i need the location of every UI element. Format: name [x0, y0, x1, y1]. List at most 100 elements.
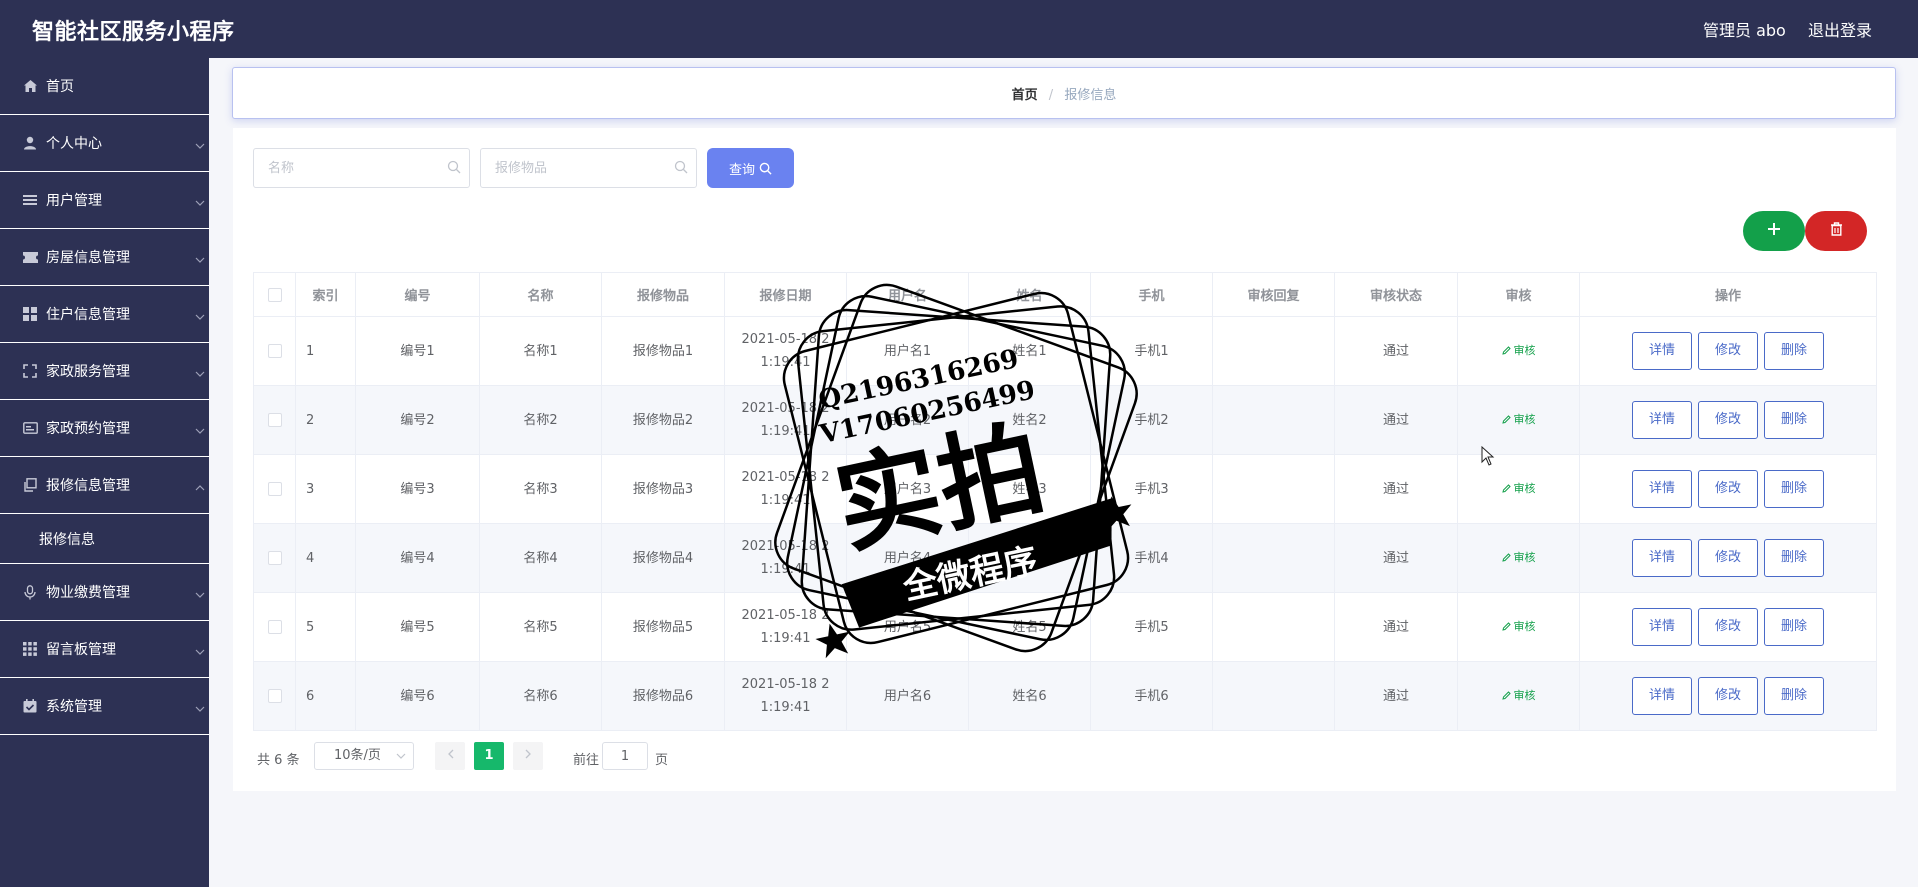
cell-name: 名称6 — [479, 661, 602, 731]
row-checkbox[interactable] — [267, 344, 282, 358]
delete-button[interactable]: 删除 — [1764, 539, 1824, 577]
sidebar-item-housekeeping-booking[interactable]: 家政预约管理 — [0, 400, 209, 457]
goto-page-input[interactable] — [602, 742, 648, 770]
select-all-checkbox[interactable] — [267, 287, 282, 302]
sidebar-item-user-management[interactable]: 用户管理 — [0, 172, 209, 229]
sidebar-item-housekeeping-service[interactable]: 家政服务管理 — [0, 343, 209, 400]
cell-item: 报修物品6 — [601, 661, 725, 731]
cell-item: 报修物品5 — [601, 592, 725, 662]
sidebar-item-repair-management[interactable]: 报修信息管理 — [0, 457, 209, 514]
breadcrumb: 首页 / 报修信息 — [232, 67, 1896, 119]
audit-button[interactable]: 审核 — [1501, 684, 1536, 707]
cell-realname: 姓名5 — [968, 592, 1091, 662]
home-icon — [22, 78, 38, 94]
detail-button[interactable]: 详情 — [1632, 401, 1692, 439]
goto-suffix: 页 — [655, 753, 669, 768]
audit-button[interactable]: 审核 — [1501, 408, 1536, 431]
sidebar-item-personal-center[interactable]: 个人中心 — [0, 115, 209, 172]
name-search-input[interactable] — [268, 150, 448, 186]
detail-button[interactable]: 详情 — [1632, 608, 1692, 646]
cell-realname: 姓名6 — [968, 661, 1091, 731]
chevron-down-icon — [195, 700, 205, 716]
delete-button[interactable]: 删除 — [1764, 470, 1824, 508]
cell-username: 用户名6 — [846, 661, 969, 731]
table-row: 2 编号2 名称2 报修物品2 2021-05-18 2 1:19:41 用户名2 姓名2 手机… — [253, 385, 1877, 455]
row-checkbox[interactable] — [267, 551, 282, 565]
sidebar: 首页 个人中心 用户管理 房屋信息管理 住户信息管理 家政服务管理 家政预约管理… — [0, 58, 209, 887]
cell-date: 2021-05-18 2 1:19:41 — [724, 454, 847, 524]
name-search-field[interactable] — [253, 148, 470, 188]
sidebar-item-label: 物业缴费管理 — [46, 585, 130, 601]
delete-button[interactable]: 删除 — [1764, 401, 1824, 439]
audit-button[interactable]: 审核 — [1501, 615, 1536, 638]
cell-reply — [1212, 592, 1335, 662]
select-all-cell — [253, 272, 296, 317]
row-checkbox[interactable] — [267, 689, 282, 703]
prev-page-button[interactable] — [435, 742, 465, 770]
cell-index: 2 — [295, 385, 356, 455]
logout-button[interactable]: 退出登录 — [1808, 17, 1872, 41]
detail-button[interactable]: 详情 — [1632, 332, 1692, 370]
item-search-input[interactable] — [495, 150, 675, 186]
edit-icon — [1501, 622, 1511, 631]
next-page-button[interactable] — [513, 742, 543, 770]
sidebar-item-label: 家政预约管理 — [46, 421, 130, 437]
sidebar-item-label: 留言板管理 — [46, 642, 116, 658]
cell-name: 名称2 — [479, 385, 602, 455]
sidebar-item-property-fee[interactable]: 物业缴费管理 — [0, 564, 209, 621]
sidebar-item-house-info[interactable]: 房屋信息管理 — [0, 229, 209, 286]
audit-label: 审核 — [1513, 551, 1536, 564]
edit-button[interactable]: 修改 — [1698, 332, 1758, 370]
audit-label: 审核 — [1513, 482, 1536, 495]
page-number-button[interactable]: 1 — [474, 742, 504, 770]
edit-button[interactable]: 修改 — [1698, 470, 1758, 508]
cell-index: 1 — [295, 316, 356, 386]
item-search-field[interactable] — [480, 148, 697, 188]
date-line2: 1:19:41 — [760, 493, 811, 508]
chevron-left-icon — [447, 748, 454, 763]
sidebar-item-home[interactable]: 首页 — [0, 58, 209, 115]
date-line1: 2021-05-18 2 — [741, 470, 830, 485]
cell-audit: 审核 — [1457, 316, 1580, 386]
row-checkbox[interactable] — [267, 482, 282, 496]
cell-code: 编号1 — [355, 316, 480, 386]
add-button[interactable] — [1743, 211, 1805, 251]
list-icon — [22, 192, 38, 208]
cell-name: 名称1 — [479, 316, 602, 386]
audit-button[interactable]: 审核 — [1501, 339, 1536, 362]
sidebar-item-resident-info[interactable]: 住户信息管理 — [0, 286, 209, 343]
breadcrumb-home[interactable]: 首页 — [1012, 88, 1038, 103]
cell-username: 用户名5 — [846, 592, 969, 662]
delete-button[interactable]: 删除 — [1764, 608, 1824, 646]
edit-button[interactable]: 修改 — [1698, 677, 1758, 715]
audit-button[interactable]: 审核 — [1501, 546, 1536, 569]
table-row: 4 编号4 名称4 报修物品4 2021-05-18 2 1:19:41 用户名4 姓名4 手机… — [253, 523, 1877, 593]
detail-button[interactable]: 详情 — [1632, 677, 1692, 715]
query-button[interactable]: 查询 — [707, 148, 794, 188]
column-header: 审核回复 — [1212, 272, 1335, 317]
page-size-select[interactable]: 10条/页 — [314, 742, 414, 770]
batch-delete-button[interactable] — [1805, 211, 1867, 251]
cell-status: 通过 — [1334, 592, 1458, 662]
row-checkbox[interactable] — [267, 413, 282, 427]
page-size-value: 10条/页 — [334, 748, 381, 763]
edit-button[interactable]: 修改 — [1698, 539, 1758, 577]
edit-button[interactable]: 修改 — [1698, 608, 1758, 646]
detail-button[interactable]: 详情 — [1632, 470, 1692, 508]
delete-button[interactable]: 删除 — [1764, 677, 1824, 715]
chevron-down-icon — [396, 743, 406, 769]
column-header: 名称 — [479, 272, 602, 317]
detail-button[interactable]: 详情 — [1632, 539, 1692, 577]
row-checkbox[interactable] — [267, 620, 282, 634]
cell-realname: 姓名1 — [968, 316, 1091, 386]
edit-button[interactable]: 修改 — [1698, 401, 1758, 439]
audit-button[interactable]: 审核 — [1501, 477, 1536, 500]
search-icon — [447, 160, 461, 178]
delete-button[interactable]: 删除 — [1764, 332, 1824, 370]
sidebar-item-message-board[interactable]: 留言板管理 — [0, 621, 209, 678]
sidebar-item-system-management[interactable]: 系统管理 — [0, 678, 209, 735]
cell-audit: 审核 — [1457, 592, 1580, 662]
sidebar-subitem-repair-info[interactable]: 报修信息 — [0, 514, 209, 564]
column-header: 编号 — [355, 272, 480, 317]
edit-icon — [1501, 346, 1511, 355]
